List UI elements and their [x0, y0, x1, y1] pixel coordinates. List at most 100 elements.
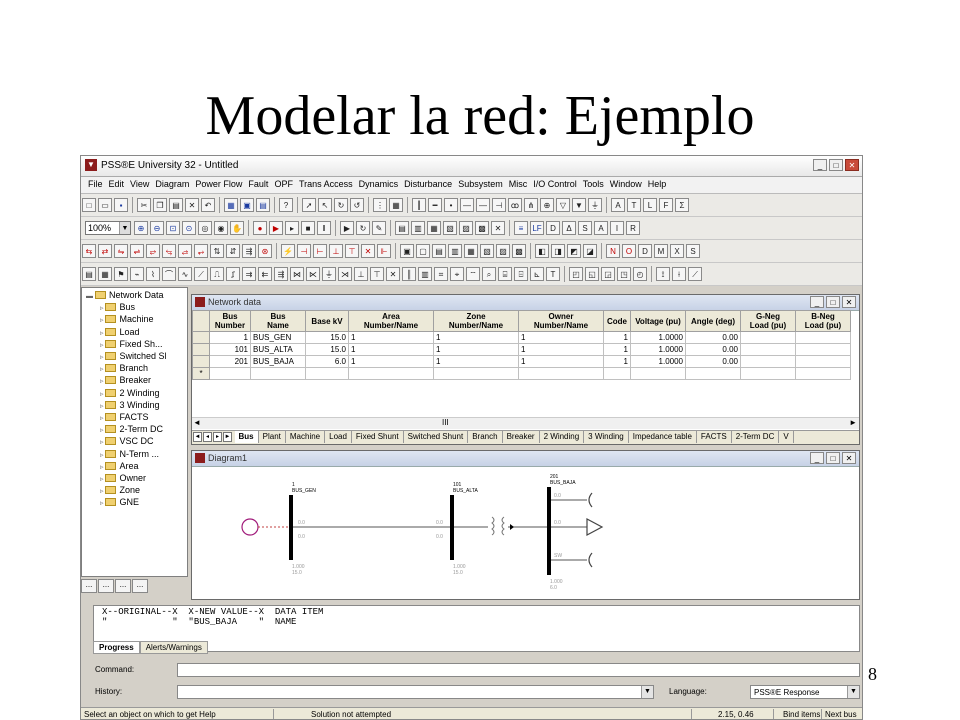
phase-icon[interactable]: ⇵: [226, 244, 240, 258]
win-cascade-icon[interactable]: ◱: [585, 267, 599, 281]
sheet-tab[interactable]: Bus: [234, 431, 259, 443]
stop-icon[interactable]: ■: [301, 221, 315, 235]
column-header[interactable]: Code: [603, 310, 631, 332]
sheet-tab[interactable]: Fixed Shunt: [352, 431, 404, 443]
prev-sheet-icon[interactable]: ◂: [203, 432, 212, 442]
scroll-thumb[interactable]: III: [442, 418, 449, 427]
select-icon[interactable]: ↖: [318, 198, 332, 212]
close-button[interactable]: ✕: [842, 452, 856, 464]
close-button[interactable]: ✕: [845, 159, 859, 171]
fault-icon[interactable]: ⚡: [281, 244, 295, 258]
dyn-x-icon[interactable]: ✕: [386, 267, 400, 281]
sheet-tab[interactable]: Impedance table: [629, 431, 697, 443]
fault-ground-icon[interactable]: ⊥: [329, 244, 343, 258]
zoom-plus90-icon[interactable]: ↻: [334, 198, 348, 212]
s-icon[interactable]: S: [686, 244, 700, 258]
pause-icon[interactable]: ‖: [317, 221, 331, 235]
sheet-tab[interactable]: V: [779, 431, 794, 443]
rel-icon[interactable]: R: [626, 221, 640, 235]
dyn-channel-icon[interactable]: ⌒: [162, 267, 176, 281]
zoom-window-icon[interactable]: ⊙: [182, 221, 196, 235]
node-icon[interactable]: •: [444, 198, 458, 212]
column-header[interactable]: G-Neg Load (pu): [740, 310, 796, 332]
table-cell[interactable]: 1: [603, 355, 631, 368]
tree-item[interactable]: ▹ 3 Winding: [100, 400, 160, 412]
close-button[interactable]: ✕: [842, 296, 856, 308]
gen-icon[interactable]: ⊛: [258, 244, 272, 258]
table-cell[interactable]: 1.0000: [630, 355, 686, 368]
table-cell[interactable]: 0.00: [685, 355, 741, 368]
table-cell[interactable]: [795, 331, 851, 344]
language-select[interactable]: PSS®E Response ▼: [750, 685, 860, 699]
tree-item[interactable]: ▹ Load: [100, 327, 140, 339]
next-sheet-icon[interactable]: ▸: [213, 432, 222, 442]
row-header[interactable]: [192, 343, 210, 356]
table-cell[interactable]: [603, 367, 631, 380]
x-icon[interactable]: X: [670, 244, 684, 258]
table-cell[interactable]: [209, 367, 251, 380]
tree-tab[interactable]: ...: [115, 579, 131, 593]
minimize-button[interactable]: _: [810, 296, 824, 308]
table-cell[interactable]: [740, 343, 796, 356]
solve-fdns-icon[interactable]: ⇄: [98, 244, 112, 258]
undo-icon[interactable]: ↶: [201, 198, 215, 212]
report-view-icon[interactable]: ▤: [256, 198, 270, 212]
dyn-arrow-icon[interactable]: ⇶: [274, 267, 288, 281]
seq-icon[interactable]: S: [578, 221, 592, 235]
dyn-chart-icon[interactable]: ⌁: [130, 267, 144, 281]
solve-tysl-icon[interactable]: ⥅: [194, 244, 208, 258]
tree-item[interactable]: ▹ Bus: [100, 302, 135, 314]
column-header[interactable]: Area Number/Name: [348, 310, 434, 332]
menu-window[interactable]: Window: [607, 177, 645, 191]
tree-tab[interactable]: ...: [132, 579, 148, 593]
maximize-button[interactable]: □: [829, 159, 843, 171]
table-cell[interactable]: [740, 355, 796, 368]
fault-bus-icon[interactable]: ⊣: [297, 244, 311, 258]
dyn-csv-icon[interactable]: ⌹: [514, 267, 528, 281]
solve-var-icon[interactable]: ⥄: [178, 244, 192, 258]
column-header[interactable]: Voltage (pu): [630, 310, 686, 332]
win-refresh-icon[interactable]: ◳: [617, 267, 631, 281]
dyn-report-icon[interactable]: ▤: [82, 267, 96, 281]
win-stack-icon[interactable]: ◲: [601, 267, 615, 281]
tab-alerts-warnings[interactable]: Alerts/Warnings: [139, 641, 208, 654]
column-header[interactable]: Zone Number/Name: [433, 310, 519, 332]
dyn-down-icon[interactable]: ⊤: [370, 267, 384, 281]
transformer-symbol[interactable]: [491, 516, 495, 536]
dyn-init-icon[interactable]: ⇇: [258, 267, 272, 281]
lf-data-icon[interactable]: LF: [530, 221, 544, 235]
owner-icon[interactable]: ▤: [432, 244, 446, 258]
dyn-up-icon[interactable]: ⊥: [354, 267, 368, 281]
diagram-view-icon[interactable]: ▣: [240, 198, 254, 212]
delete-icon[interactable]: ✕: [185, 198, 199, 212]
fault-breaker-icon[interactable]: ⊩: [377, 244, 391, 258]
tree-item[interactable]: ▹ 2-Term DC: [100, 424, 163, 436]
summary-icon[interactable]: ▧: [480, 244, 494, 258]
table-cell[interactable]: 1: [433, 355, 519, 368]
zoom-select[interactable]: 100% ▼: [85, 221, 131, 235]
dyn-calc-icon[interactable]: ⌸: [498, 267, 512, 281]
step-icon[interactable]: ▸: [285, 221, 299, 235]
dyn-cross-icon[interactable]: ⋊: [338, 267, 352, 281]
sheet-tab[interactable]: Breaker: [503, 431, 540, 443]
tree-item[interactable]: ▹ FACTS: [100, 412, 148, 424]
dyn-plot-icon[interactable]: ⌇: [146, 267, 160, 281]
dyn-pulse-icon[interactable]: ⎎: [226, 267, 240, 281]
play-icon[interactable]: ▶: [269, 221, 283, 235]
tree-item[interactable]: ▹ Zone: [100, 485, 140, 497]
zoom-prev-icon[interactable]: ◎: [198, 221, 212, 235]
d-icon[interactable]: D: [638, 244, 652, 258]
three-winding-icon[interactable]: ⋔: [524, 198, 538, 212]
dyn-table-icon[interactable]: ▦: [98, 267, 112, 281]
status-next-bus[interactable]: Next bus: [825, 709, 857, 719]
table-cell[interactable]: 1: [518, 331, 604, 344]
title-icon[interactable]: T: [627, 198, 641, 212]
table-cell[interactable]: 1: [518, 343, 604, 356]
table-cell[interactable]: BUS_BAJA: [250, 355, 306, 368]
menu-power-flow[interactable]: Power Flow: [192, 177, 245, 191]
load-symbol[interactable]: [586, 518, 604, 536]
column-header[interactable]: B-Neg Load (pu): [795, 310, 851, 332]
table-cell[interactable]: [305, 367, 349, 380]
dyn-ground-icon[interactable]: ⏚: [322, 267, 336, 281]
tree-item[interactable]: ▹ GNE: [100, 497, 139, 509]
